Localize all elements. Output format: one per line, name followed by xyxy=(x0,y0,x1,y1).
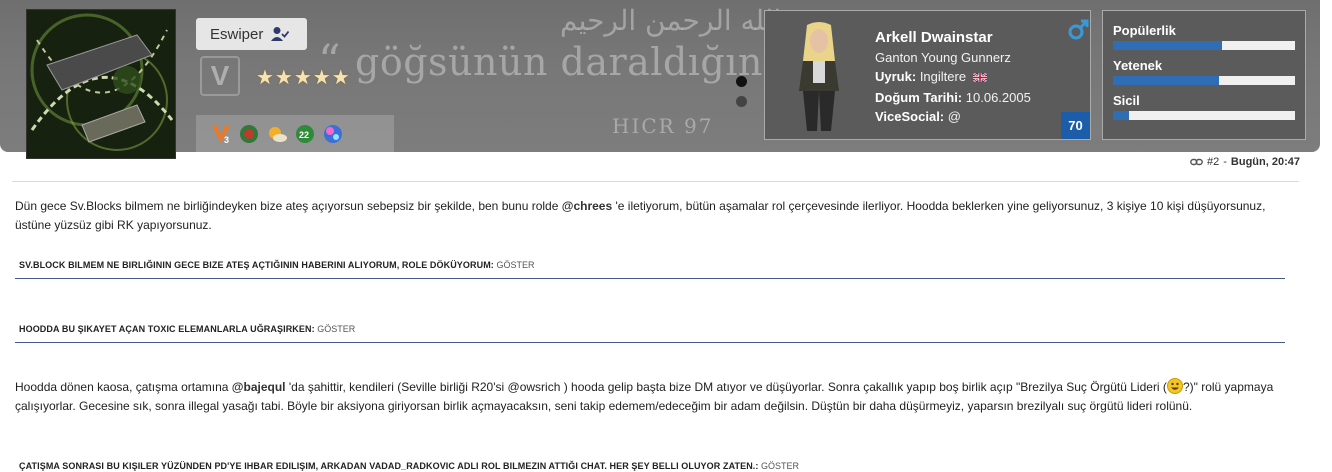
avatar-image xyxy=(27,10,175,158)
banner-verse-ref: HICR 97 xyxy=(612,114,714,138)
stat-bar-track xyxy=(1113,41,1295,50)
paragraph-text: Hoodda dönen kaosa, çatışma ortamına xyxy=(15,380,232,394)
character-portrait xyxy=(799,22,839,131)
nationality-label: Uyruk: xyxy=(875,69,917,84)
permalink-icon[interactable] xyxy=(1190,157,1203,167)
spoiler-title: ÇATIŞMA SONRASI BU KIŞILER YÜZÜNDEN PD'Y… xyxy=(19,461,759,471)
uk-flag-icon xyxy=(972,73,987,83)
vicesocial-label: ViceSocial: xyxy=(875,109,945,124)
character-name[interactable]: Arkell Dwainstar xyxy=(875,29,993,46)
vicesocial-row: ViceSocial: @ xyxy=(875,109,961,124)
birthdate-value: 10.06.2005 xyxy=(965,90,1031,105)
stats-card: Popülerlik Yetenek Sicil xyxy=(1102,10,1306,140)
post-divider xyxy=(12,181,1299,182)
post-meta-separator: - xyxy=(1223,156,1227,168)
smiley-emoji-icon xyxy=(1166,378,1183,394)
wreath-22-icon[interactable]: 22 xyxy=(294,123,316,145)
vicesocial-value[interactable]: @ xyxy=(948,109,961,124)
v3-badge-icon[interactable]: 3 xyxy=(210,123,232,145)
user-mention[interactable]: @chrees xyxy=(562,199,612,213)
post-paragraph: Dün gece Sv.Blocks bilmem ne birliğindey… xyxy=(15,197,1300,235)
spoiler-block: SV.BLOCK BILMEM NE BIRLIĞININ GECE BIZE … xyxy=(15,256,1285,279)
rating-stars: ★★★★★ xyxy=(256,67,351,89)
post-paragraph: Hoodda dönen kaosa, çatışma ortamına @ba… xyxy=(15,378,1300,416)
level-badge: 70 xyxy=(1061,112,1090,139)
spoiler-toggle-button[interactable]: GÖSTER xyxy=(496,260,534,270)
vice-logo-icon: V xyxy=(200,56,240,96)
stat-bar-track xyxy=(1113,111,1295,120)
birthdate-label: Doğum Tarihi: xyxy=(875,90,963,105)
spoiler-block: ÇATIŞMA SONRASI BU KIŞILER YÜZÜNDEN PD'Y… xyxy=(15,457,1285,472)
user-avatar[interactable] xyxy=(26,9,176,159)
spoiler-block: HOODDA BU ŞIKAYET AÇAN TOXIC ELEMANLARLA… xyxy=(15,320,1285,343)
stat-label: Yetenek xyxy=(1113,58,1163,73)
paragraph-text: 'da şahittir, kendileri (Seville birliği… xyxy=(285,380,1167,394)
stat-bar-fill xyxy=(1113,76,1219,85)
stat-talent: Yetenek xyxy=(1113,58,1295,85)
badge-strip: 3 22 xyxy=(196,115,394,152)
stat-record: Sicil xyxy=(1113,93,1295,120)
stat-bar-track xyxy=(1113,76,1295,85)
svg-text:3: 3 xyxy=(224,135,229,145)
stat-popularity: Popülerlik xyxy=(1113,23,1295,50)
post-number[interactable]: #2 xyxy=(1207,156,1219,168)
post-time: Bugün, 20:47 xyxy=(1230,156,1300,168)
male-gender-icon xyxy=(1068,19,1089,40)
stat-bar-fill xyxy=(1113,41,1223,50)
stat-label: Sicil xyxy=(1113,93,1140,108)
spoiler-toggle-button[interactable]: GÖSTER xyxy=(761,461,799,471)
birthdate-row: Doğum Tarihi: 10.06.2005 xyxy=(875,90,1031,105)
spoiler-title: SV.BLOCK BILMEM NE BIRLIĞININ GECE BIZE … xyxy=(19,260,494,270)
user-check-icon xyxy=(271,27,290,41)
spoiler-toggle-button[interactable]: GÖSTER xyxy=(317,324,355,334)
paragraph-text: Dün gece Sv.Blocks bilmem ne birliğindey… xyxy=(15,199,562,213)
post-content: Dün gece Sv.Blocks bilmem ne birliğindey… xyxy=(15,197,1305,471)
banner-dot xyxy=(736,76,747,87)
character-card: Arkell Dwainstar Ganton Young Gunnerz Uy… xyxy=(764,10,1091,140)
stat-bar-fill xyxy=(1113,111,1130,120)
christmas-wreath-icon[interactable] xyxy=(238,123,260,145)
nationality-value: Ingiltere xyxy=(919,69,967,84)
character-gang: Ganton Young Gunnerz xyxy=(875,50,1011,65)
post-meta: #2 - Bugün, 20:47 xyxy=(1190,156,1300,168)
orb-badge-icon[interactable] xyxy=(322,123,344,145)
stat-label: Popülerlik xyxy=(1113,23,1176,38)
banner-dot xyxy=(736,96,747,107)
nationality-row: Uyruk: Ingiltere xyxy=(875,69,987,84)
username-pill[interactable]: Eswiper xyxy=(196,18,307,50)
sun-weather-icon[interactable] xyxy=(266,123,288,145)
username[interactable]: Eswiper xyxy=(210,26,263,43)
spoiler-title: HOODDA BU ŞIKAYET AÇAN TOXIC ELEMANLARLA… xyxy=(19,324,315,334)
svg-text:22: 22 xyxy=(299,130,309,140)
user-mention[interactable]: @bajequl xyxy=(232,380,286,394)
